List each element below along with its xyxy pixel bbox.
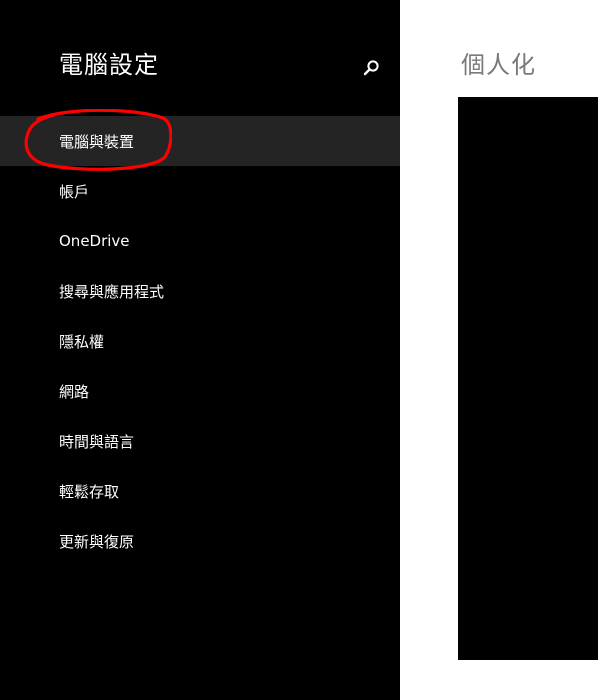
- sidebar-item-label: 時間與語言: [59, 432, 135, 451]
- sidebar-item-onedrive[interactable]: OneDrive: [0, 216, 400, 266]
- search-button[interactable]: [358, 55, 384, 81]
- sidebar-item-label: 網路: [59, 382, 90, 401]
- main-content: 個人化: [400, 0, 598, 700]
- sidebar-item-label: 電腦與裝置: [59, 132, 135, 151]
- sidebar-item-accounts[interactable]: 帳戶: [0, 166, 400, 216]
- sidebar-item-time-and-language[interactable]: 時間與語言: [0, 416, 400, 466]
- sidebar-item-pc-and-devices[interactable]: 電腦與裝置: [0, 116, 400, 166]
- sidebar: 電腦設定 電腦與裝置 帳戶 OneDrive 搜尋與應用程式 隱私權 網路 時間…: [0, 0, 400, 700]
- sidebar-item-label: 搜尋與應用程式: [59, 282, 165, 301]
- sidebar-item-update-and-recovery[interactable]: 更新與復原: [0, 516, 400, 566]
- sidebar-item-label: 隱私權: [59, 332, 105, 351]
- sidebar-item-search-and-apps[interactable]: 搜尋與應用程式: [0, 266, 400, 316]
- pc-settings-window: 電腦設定 電腦與裝置 帳戶 OneDrive 搜尋與應用程式 隱私權 網路 時間…: [0, 0, 598, 700]
- search-icon: [363, 60, 379, 76]
- sidebar-nav: 電腦與裝置 帳戶 OneDrive 搜尋與應用程式 隱私權 網路 時間與語言 輕…: [0, 116, 400, 566]
- sidebar-item-label: OneDrive: [59, 232, 130, 250]
- sidebar-item-ease-of-access[interactable]: 輕鬆存取: [0, 466, 400, 516]
- sidebar-item-privacy[interactable]: 隱私權: [0, 316, 400, 366]
- redacted-content-block: [458, 97, 598, 660]
- sidebar-item-label: 更新與復原: [59, 532, 135, 551]
- page-title: 個人化: [461, 51, 536, 79]
- sidebar-item-label: 帳戶: [59, 182, 90, 201]
- sidebar-title: 電腦設定: [59, 51, 159, 79]
- sidebar-item-network[interactable]: 網路: [0, 366, 400, 416]
- sidebar-item-label: 輕鬆存取: [59, 482, 120, 501]
